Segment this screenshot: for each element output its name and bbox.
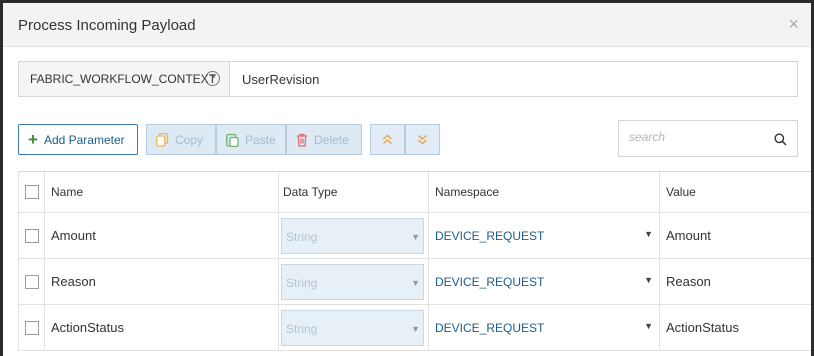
search-input[interactable] <box>629 130 769 144</box>
trash-icon <box>297 133 307 147</box>
data-type-value: String <box>286 276 318 290</box>
select-all-checkbox[interactable] <box>24 185 39 199</box>
search-icon[interactable] <box>774 133 787 146</box>
workflow-context-field: FABRIC_WORKFLOW_CONTEXT ? UserRevision <box>18 61 798 97</box>
row-checkbox[interactable] <box>24 320 39 335</box>
process-incoming-payload-dialog: Process Incoming Payload × FABRIC_WORKFL… <box>3 3 811 356</box>
copy-icon <box>156 132 169 147</box>
add-parameter-button[interactable]: + Add Parameter <box>18 124 138 155</box>
data-type-select[interactable]: String ▼ <box>281 218 424 254</box>
row-name: Reason <box>44 259 278 304</box>
row-data-type-cell: String ▼ <box>278 213 428 258</box>
select-all-cell <box>18 172 44 212</box>
namespace-value: DEVICE_REQUEST <box>435 320 545 335</box>
table-row[interactable]: Reason String ▼ DEVICE_REQUEST ▼ Reason <box>18 259 811 305</box>
context-label: FABRIC_WORKFLOW_CONTEXT <box>30 72 217 86</box>
dialog-header: Process Incoming Payload × <box>3 3 811 47</box>
row-checkbox[interactable] <box>24 228 39 243</box>
close-icon[interactable]: × <box>788 15 799 33</box>
header-data-type[interactable]: Data Type <box>278 172 428 212</box>
row-value[interactable]: ActionStatus <box>659 305 811 350</box>
namespace-value: DEVICE_REQUEST <box>435 274 545 289</box>
data-type-select[interactable]: String ▼ <box>281 264 424 300</box>
row-value-text: ActionStatus <box>666 320 739 335</box>
row-namespace-cell[interactable]: DEVICE_REQUEST ▼ <box>428 259 659 304</box>
context-value: UserRevision <box>242 72 320 87</box>
chevron-down-icon[interactable]: ▼ <box>644 229 653 239</box>
context-label-box: FABRIC_WORKFLOW_CONTEXT ? <box>19 62 230 96</box>
row-value[interactable]: Reason <box>659 259 811 304</box>
help-icon[interactable]: ? <box>205 71 220 86</box>
move-up-button[interactable] <box>370 124 405 155</box>
row-namespace-cell[interactable]: DEVICE_REQUEST ▼ <box>428 213 659 258</box>
delete-label: Delete <box>314 132 349 147</box>
header-value[interactable]: Value <box>659 172 811 212</box>
data-type-value: String <box>286 322 318 336</box>
parameters-table: Name Data Type Namespace Value Amount St… <box>18 171 811 351</box>
data-type-select[interactable]: String ▼ <box>281 310 424 346</box>
plus-icon: + <box>28 129 38 149</box>
search-box <box>618 120 798 157</box>
row-data-type-cell: String ▼ <box>278 305 428 350</box>
paste-icon <box>226 133 239 147</box>
row-select-cell <box>18 305 44 350</box>
chevron-down-icon: ▼ <box>411 232 420 242</box>
row-value-text: Amount <box>666 228 711 243</box>
add-parameter-label: Add Parameter <box>43 132 125 147</box>
row-data-type-cell: String ▼ <box>278 259 428 304</box>
row-name: Amount <box>44 213 278 258</box>
table-row[interactable]: Amount String ▼ DEVICE_REQUEST ▼ Amount <box>18 213 811 259</box>
move-down-button[interactable] <box>405 124 440 155</box>
row-value[interactable]: Amount <box>659 213 811 258</box>
chevron-down-icon: ▼ <box>411 324 420 334</box>
dialog-title: Process Incoming Payload <box>18 17 196 34</box>
chevron-down-icon: ▼ <box>411 278 420 288</box>
row-checkbox[interactable] <box>24 274 39 289</box>
header-name[interactable]: Name <box>44 172 278 212</box>
copy-button[interactable]: Copy <box>146 124 216 155</box>
table-header-row: Name Data Type Namespace Value <box>18 172 811 213</box>
delete-button[interactable]: Delete <box>286 124 362 155</box>
paste-button[interactable]: Paste <box>216 124 286 155</box>
row-namespace-cell[interactable]: DEVICE_REQUEST ▼ <box>428 305 659 350</box>
row-select-cell <box>18 213 44 258</box>
namespace-value: DEVICE_REQUEST <box>435 228 545 243</box>
paste-label: Paste <box>245 132 276 147</box>
double-chevron-down-icon <box>418 135 427 145</box>
row-name: ActionStatus <box>44 305 278 350</box>
row-select-cell <box>18 259 44 304</box>
row-value-text: Reason <box>666 274 711 289</box>
chevron-down-icon[interactable]: ▼ <box>644 275 653 285</box>
copy-label: Copy <box>175 132 204 147</box>
double-chevron-up-icon <box>383 134 392 144</box>
header-namespace[interactable]: Namespace <box>428 172 659 212</box>
table-row[interactable]: ActionStatus String ▼ DEVICE_REQUEST ▼ A… <box>18 305 811 351</box>
data-type-value: String <box>286 230 318 244</box>
chevron-down-icon[interactable]: ▼ <box>644 321 653 331</box>
